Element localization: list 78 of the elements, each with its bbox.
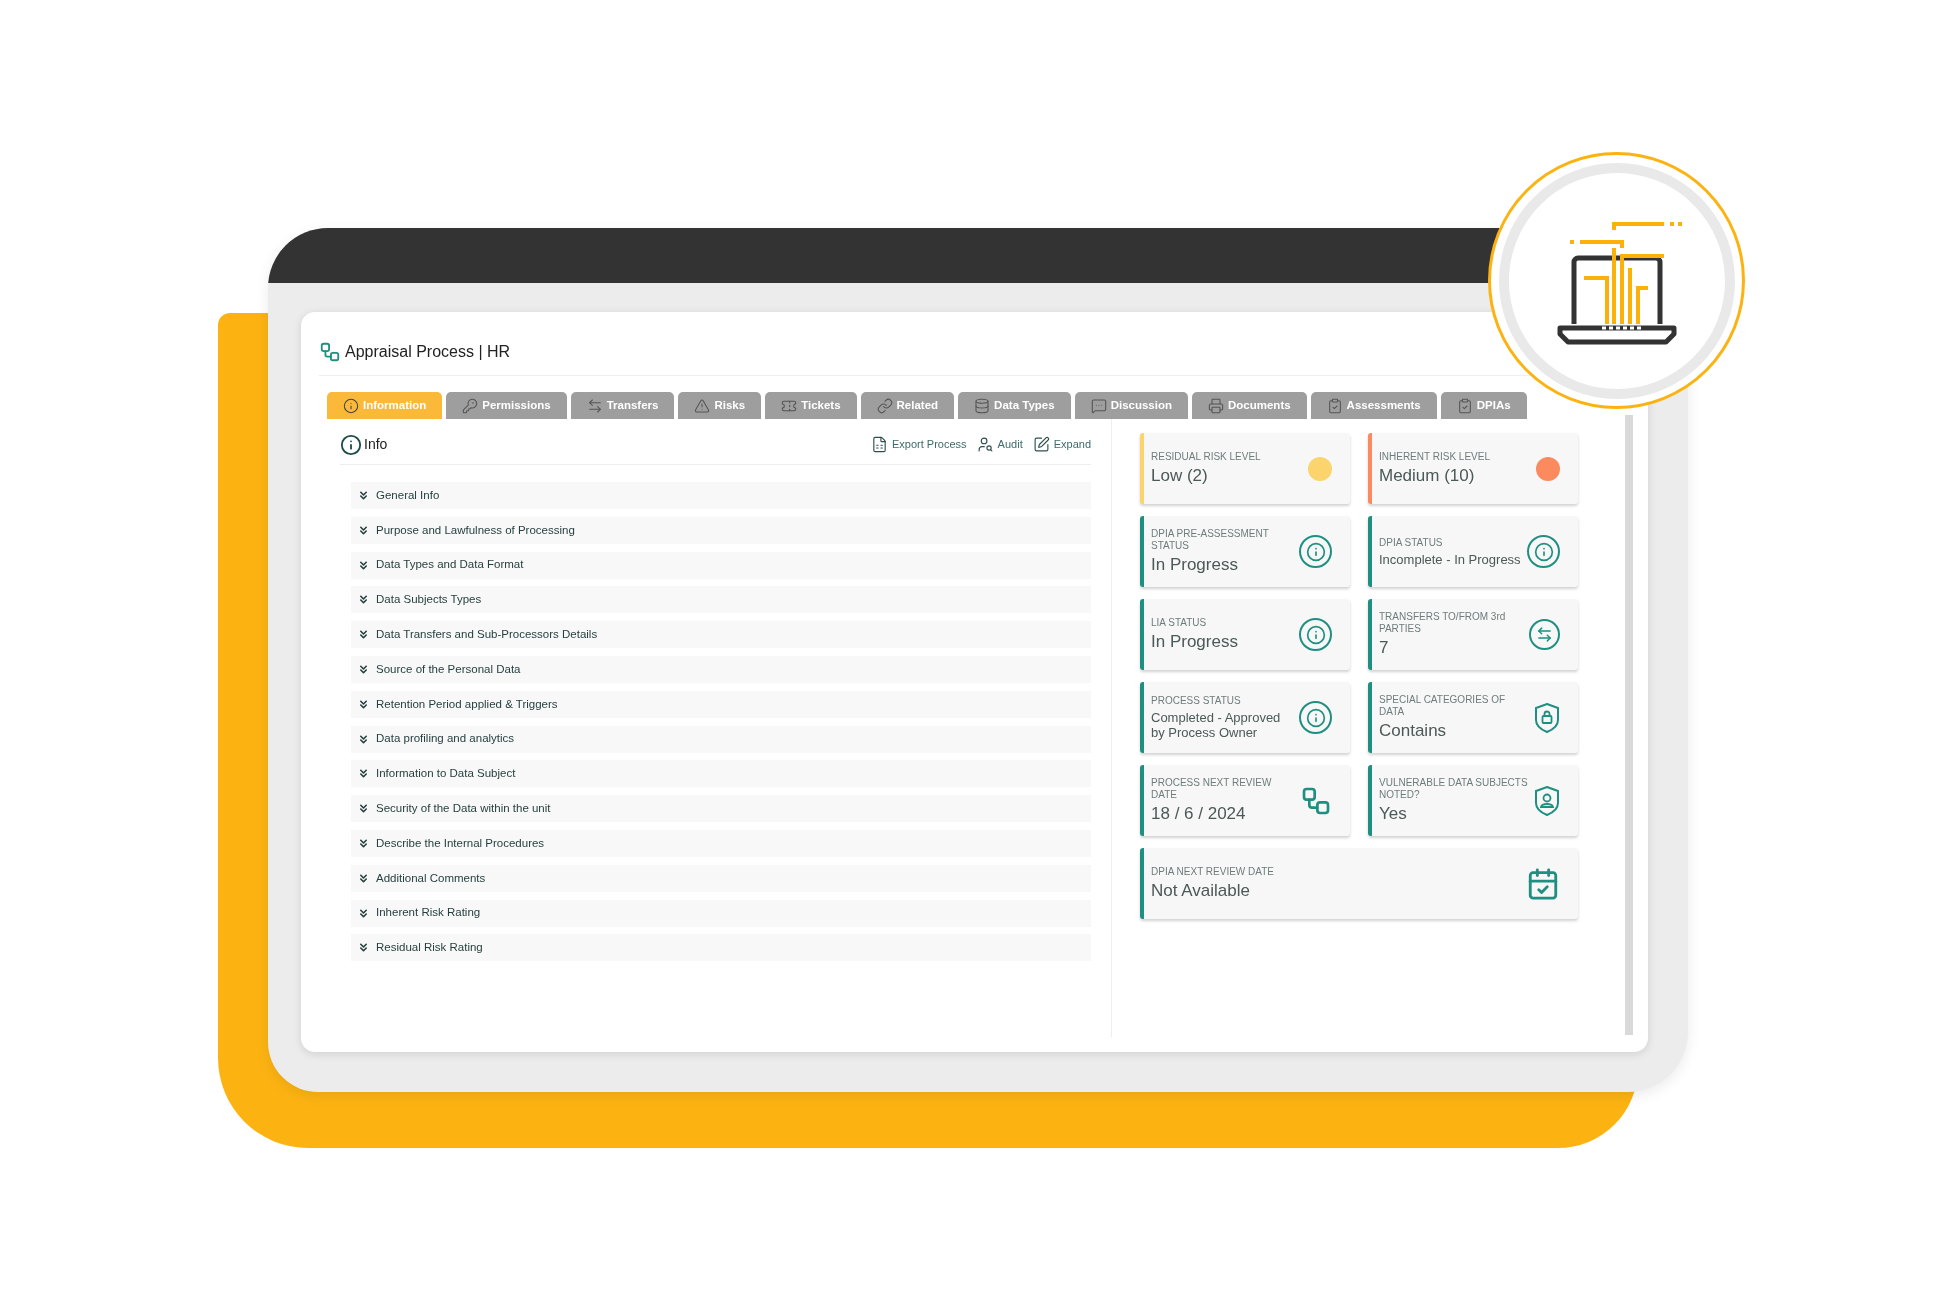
card-value: Medium (10) (1379, 466, 1476, 486)
chevron-icon (357, 871, 370, 885)
arrows-icon (586, 397, 603, 414)
card-value: Completed - Approved by Process Owner (1151, 710, 1282, 740)
info-icon (1299, 535, 1332, 568)
chevron-icon (357, 802, 370, 816)
card-value: In Progress (1151, 632, 1239, 652)
accordion-section[interactable]: Residual Risk Rating (351, 934, 1091, 962)
accordion-section[interactable]: Additional Comments (351, 864, 1091, 892)
arrows-icon (1529, 619, 1560, 650)
chevron-icon (357, 663, 370, 676)
card-label: LIA STATUS (1151, 617, 1208, 629)
card-value: Low (2) (1151, 466, 1209, 486)
card-label: DPIA NEXT REVIEW DATE (1151, 866, 1275, 878)
clipboard-check-icon (1326, 397, 1343, 414)
chat-icon (1090, 397, 1107, 414)
card-label: DPIA STATUS (1379, 536, 1444, 549)
chevron-icon (357, 558, 370, 572)
expand-icon (1032, 436, 1050, 453)
workflow-icon (319, 340, 341, 363)
accordion-section[interactable]: Data Types and Data Format (351, 551, 1091, 579)
chevron-icon (357, 906, 370, 920)
chevron-icon (357, 697, 370, 711)
card-value: 7 (1379, 638, 1390, 658)
chevron-icon (357, 836, 370, 850)
toolbar-link[interactable]: Expand (1032, 436, 1091, 453)
shield-person-icon (1534, 785, 1560, 816)
chevron-icon (357, 732, 370, 746)
spreadsheet-icon (871, 436, 888, 453)
accordion-section[interactable]: Describe the Internal Procedures (351, 829, 1091, 857)
key-icon (462, 397, 479, 414)
calendar-check-icon (1526, 866, 1560, 901)
accordion-section[interactable]: Data Subjects Types (351, 586, 1091, 614)
shield-lock-icon (1534, 702, 1560, 733)
link-icon (876, 397, 893, 414)
info-icon (340, 433, 362, 456)
accordion-section[interactable]: Data profiling and analytics (351, 725, 1091, 753)
card-label: PROCESS STATUS (1151, 695, 1242, 707)
clipboard-check-icon (1456, 397, 1473, 414)
card-label: TRANSFERS TO/FROM 3rd PARTIES (1379, 611, 1507, 635)
accordion-section[interactable]: Information to Data Subject (351, 760, 1091, 788)
card-label: PROCESS NEXT REVIEW DATE (1151, 777, 1273, 801)
card-value: Yes (1379, 804, 1408, 824)
info-icon (343, 397, 359, 414)
chevron-icon (357, 523, 370, 537)
chevron-icon (357, 489, 370, 502)
card-value: Contains (1379, 721, 1448, 741)
card-value: Incomplete - In Progress (1379, 551, 1522, 567)
accordion-section[interactable]: Retention Period applied & Triggers (351, 690, 1091, 718)
toolbar-link[interactable]: Audit (976, 436, 1023, 453)
card-value: 18 / 6 / 2024 (1151, 804, 1247, 824)
card-label: DPIA PRE-ASSESSMENT STATUS (1151, 528, 1270, 552)
chevron-icon (357, 767, 370, 781)
info-icon (1299, 701, 1332, 734)
info-icon (1299, 618, 1332, 651)
accordion-section[interactable]: Inherent Risk Rating (351, 899, 1091, 927)
page-title: Appraisal Process | HR (345, 341, 511, 362)
panel-title: Info (364, 435, 388, 454)
toolbar-link[interactable]: Export Process (871, 436, 967, 453)
accordion-section[interactable]: Data Transfers and Sub-Processors Details (351, 621, 1091, 649)
user-search-icon (976, 436, 994, 453)
printer-icon (1208, 397, 1224, 414)
info-icon (1527, 535, 1560, 568)
chevron-icon (357, 628, 370, 642)
card-label: VULNERABLE DATA SUBJECTS NOTED? (1379, 777, 1529, 801)
accordion-section[interactable]: Purpose and Lawfulness of Processing (351, 516, 1091, 544)
card-label: INHERENT RISK LEVEL (1379, 451, 1491, 463)
card-value: Not Available (1151, 881, 1251, 901)
card-value: In Progress (1151, 555, 1239, 575)
accordion-section[interactable]: Security of the Data within the unit (351, 795, 1091, 823)
card-label: RESIDUAL RISK LEVEL (1151, 451, 1262, 463)
chevron-icon (357, 593, 370, 607)
warning-icon (694, 397, 711, 414)
chevron-icon (357, 941, 370, 955)
accordion-section[interactable]: Source of the Personal Data (351, 656, 1091, 683)
database-icon (974, 397, 991, 414)
card-label: SPECIAL CATEGORIES OF DATA (1379, 694, 1507, 718)
accordion-section[interactable]: General Info (351, 482, 1091, 509)
